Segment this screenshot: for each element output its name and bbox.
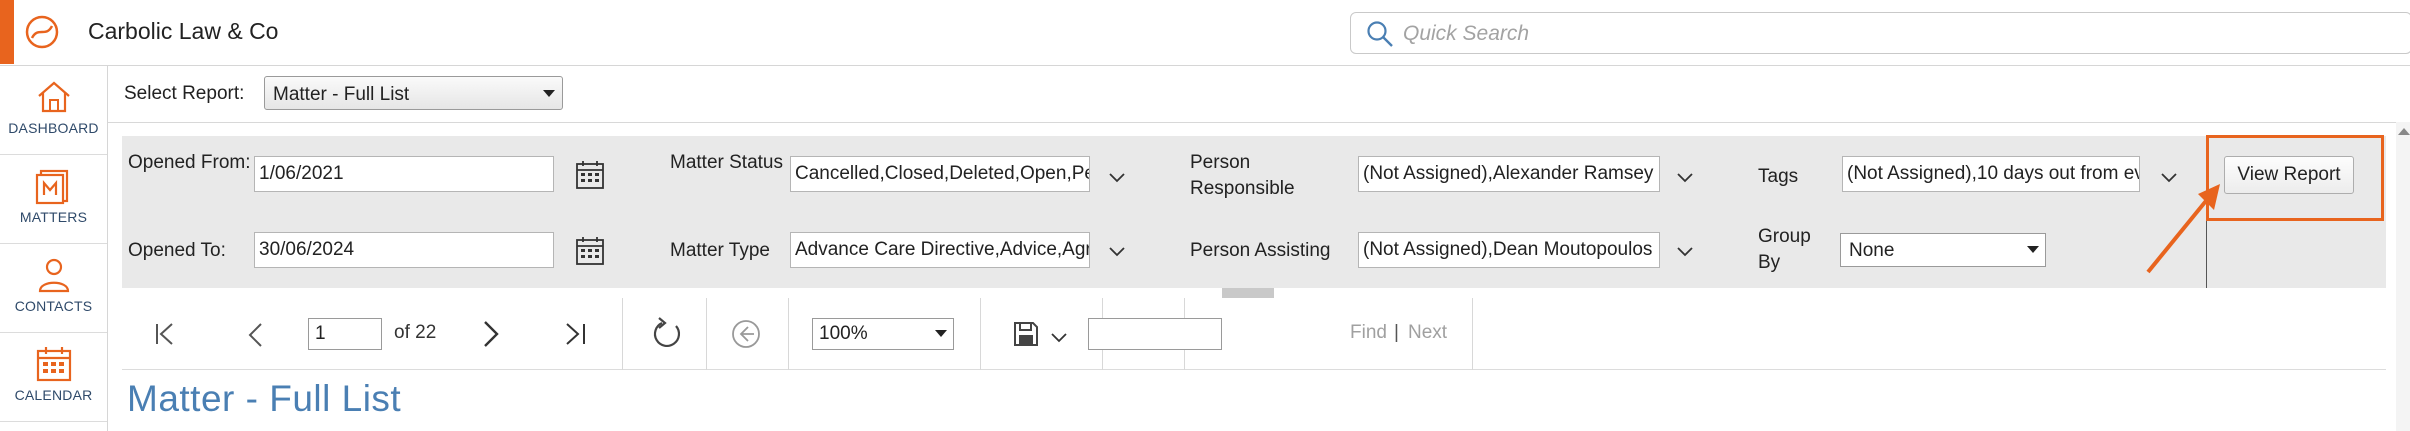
chevron-down-icon[interactable] [1050,332,1068,344]
chevron-down-icon[interactable] [1108,172,1126,184]
collapse-parameters-handle[interactable] [1222,288,1274,298]
matter-status-input[interactable]: Cancelled,Closed,Deleted,Open,Pending [790,156,1090,192]
company-logo[interactable] [22,12,62,52]
report-title: Matter - Full List [127,378,402,419]
person-assisting-label: Person Assisting [1190,240,1331,261]
opened-to-label: Opened To: [128,240,226,261]
tags-label: Tags [1758,166,1799,187]
brand-strip [0,0,14,64]
nav-label-dashboard: DASHBOARD [8,120,99,136]
calendar-picker-icon[interactable] [575,236,605,266]
person-responsible-input[interactable]: (Not Assigned),Alexander Ramsey [1358,156,1660,192]
chevron-down-icon[interactable] [1676,172,1694,184]
page-number-input[interactable]: 1 [308,318,382,350]
select-report-dropdown[interactable]: Matter - Full List [264,76,563,110]
zoom-select[interactable]: 100% [812,318,954,350]
back-to-parent-icon[interactable] [730,318,762,350]
matter-status-label: Matter Status [670,152,783,173]
toolbar-separator [1472,298,1473,370]
next-page-icon[interactable] [482,320,500,348]
matter-type-label: Matter Type [670,240,770,261]
toolbar-separator [622,298,623,370]
toolbar-separator [706,298,707,370]
find-link[interactable]: Find [1350,322,1387,344]
divider [108,122,2398,123]
chevron-down-icon[interactable] [1676,246,1694,258]
calendar-picker-icon[interactable] [575,160,605,190]
home-icon [38,81,70,113]
first-page-icon[interactable] [154,322,176,346]
vertical-scrollbar[interactable] [2396,122,2410,431]
select-report-label: Select Report: [124,83,245,104]
nav-item-matters[interactable]: MATTERS [0,155,107,244]
scroll-up-icon[interactable] [2398,128,2410,135]
person-assisting-input[interactable]: (Not Assigned),Dean Moutopoulos [1358,232,1660,268]
page-count: of 22 [394,322,437,343]
chevron-down-icon [935,330,947,337]
find-input[interactable] [1088,318,1222,350]
next-link[interactable]: Next [1408,322,1447,344]
last-page-icon[interactable] [564,322,588,346]
chevron-down-icon[interactable] [1108,246,1126,258]
previous-page-icon[interactable] [246,322,264,348]
nav-item-dashboard[interactable]: DASHBOARD [0,66,107,155]
tags-input[interactable]: (Not Assigned),10 days out from event [1842,156,2140,192]
highlight-box [2206,135,2384,221]
zoom-value: 100% [819,323,868,344]
quick-search[interactable] [1350,12,2410,54]
toolbar-separator [788,298,789,370]
nav-label-calendar: CALENDAR [14,387,93,403]
find-separator: | [1394,322,1399,343]
top-bar: Carbolic Law & Co [0,0,2410,66]
group-by-value: None [1849,240,1895,261]
matter-type-input[interactable]: Advance Care Directive,Advice,Agreement [790,232,1090,268]
toolbar-separator [980,298,981,370]
annotation-arrow-icon [2146,184,2220,274]
contacts-icon [38,258,70,293]
left-nav: DASHBOARD MATTERS CONTACTS CALENDAR [0,66,108,431]
chevron-down-icon [2027,246,2039,253]
group-by-select[interactable]: None [1840,233,2046,267]
search-input[interactable] [1403,19,2383,49]
select-report-value: Matter - Full List [273,84,410,105]
group-by-label: Group By [1758,226,1811,273]
company-name: Carbolic Law & Co [88,18,279,44]
refresh-icon[interactable] [650,316,684,352]
person-responsible-label: Person Responsible [1190,152,1295,199]
matters-icon [35,169,69,205]
opened-from-input[interactable]: 1/06/2021 [254,156,554,192]
nav-item-contacts[interactable]: CONTACTS [0,244,107,333]
opened-to-input[interactable]: 30/06/2024 [254,232,554,268]
save-icon[interactable] [1012,320,1040,348]
nav-item-calendar[interactable]: CALENDAR [0,333,107,422]
opened-from-label: Opened From: [128,152,251,173]
nav-label-matters: MATTERS [19,209,88,225]
report-toolbar: 1 of 22 100% Find | Next [122,298,2386,370]
search-icon [1367,21,1393,47]
nav-label-contacts: CONTACTS [14,298,93,314]
chevron-down-icon [543,90,555,97]
calendar-icon [36,347,72,382]
